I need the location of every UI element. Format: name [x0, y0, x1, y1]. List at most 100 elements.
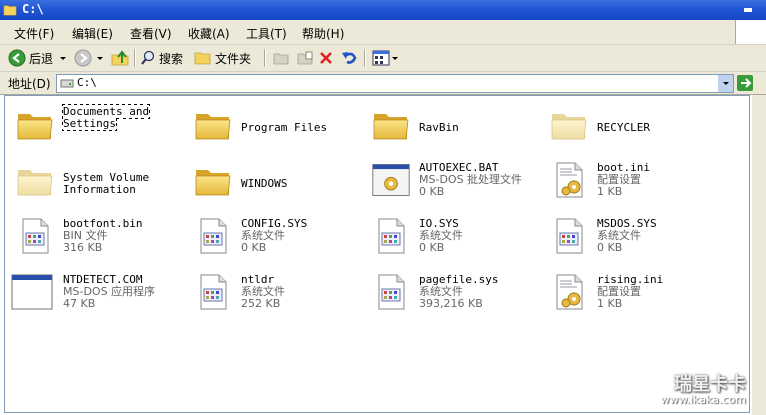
explorer-window: C:\ 文件(F) 编辑(E) 查看(V) 收藏(A) 工具(T) 帮助(H) … [0, 0, 766, 415]
move-to-folder-icon [273, 53, 289, 65]
menu-edit[interactable]: 编辑(E) [72, 25, 113, 42]
go-button[interactable] [737, 75, 753, 91]
list-item[interactable]: MSDOS.SYS 系统文件 0 KB [539, 210, 715, 260]
address-value: C:\ [77, 76, 97, 89]
toolbar: 后退 搜索 文件夹 [0, 45, 766, 72]
list-item[interactable]: Program Files [183, 98, 359, 148]
list-item[interactable]: ntldr 系统文件 252 KB [183, 266, 359, 316]
item-name: System Volume Information [63, 171, 150, 196]
config-file-icon [549, 272, 589, 312]
item-size: 252 KB [241, 297, 281, 310]
list-item[interactable]: Documents and Settings [5, 98, 181, 148]
batch-file-icon [371, 160, 411, 200]
item-name: WINDOWS [241, 177, 288, 190]
undo-button[interactable] [340, 48, 358, 68]
list-item[interactable]: CONFIG.SYS 系统文件 0 KB [183, 210, 359, 260]
item-size: 1 KB [597, 297, 623, 310]
copy-to-folder-icon [297, 51, 313, 65]
search-icon [141, 50, 155, 65]
item-name: Documents and Settings [61, 104, 151, 131]
toolbar-separator [364, 49, 366, 67]
menu-view[interactable]: 查看(V) [130, 25, 172, 42]
menu-tools[interactable]: 工具(T) [246, 25, 287, 42]
title-bar[interactable]: C:\ [0, 0, 766, 20]
menu-help[interactable]: 帮助(H) [302, 25, 344, 42]
item-size: 47 KB [63, 297, 96, 310]
toolbar-separator [264, 49, 266, 67]
window-title: C:\ [22, 2, 44, 16]
drive-icon [60, 79, 74, 88]
dos-app-icon [9, 272, 55, 312]
list-item[interactable]: AUTOEXEC.BAT MS-DOS 批处理文件 0 KB [361, 154, 537, 204]
item-size: 0 KB [419, 185, 445, 198]
folder-hidden-icon [549, 104, 589, 144]
list-item[interactable]: NTDETECT.COM MS-DOS 应用程序 47 KB [5, 266, 181, 316]
item-size: 1 KB [597, 185, 623, 198]
system-file-icon [549, 216, 589, 256]
watermark-url: www.ikaka.com [660, 393, 746, 406]
item-name: Program Files [241, 121, 328, 134]
folders-icon [194, 52, 211, 65]
address-input[interactable]: C:\ [56, 74, 734, 93]
undo-icon [342, 52, 357, 64]
folders-button[interactable]: 文件夹 [194, 48, 251, 68]
views-button[interactable] [372, 48, 398, 68]
forward-dropdown[interactable] [97, 48, 103, 68]
folder-hidden-icon [15, 160, 55, 200]
item-size: 0 KB [241, 241, 267, 254]
address-label: 地址(D) [8, 77, 51, 91]
system-file-icon [193, 216, 233, 256]
item-size: 0 KB [419, 241, 445, 254]
list-item[interactable]: bootfont.bin BIN 文件 316 KB [5, 210, 181, 260]
folder-icon [193, 160, 233, 200]
folder-up-icon [111, 50, 129, 66]
menu-bar: 文件(F) 编辑(E) 查看(V) 收藏(A) 工具(T) 帮助(H) [0, 20, 766, 45]
folder-icon [15, 104, 55, 144]
folder-icon [371, 104, 411, 144]
delete-button[interactable] [318, 48, 334, 68]
item-name: RECYCLER [597, 121, 650, 134]
toolbar-separator [134, 49, 136, 67]
forward-arrow-icon [74, 49, 92, 67]
item-size: 393,216 KB [419, 297, 483, 310]
move-to-button[interactable] [272, 48, 290, 68]
system-file-icon [15, 216, 55, 256]
file-list: Documents and Settings Program Files Rav… [4, 95, 750, 413]
back-button[interactable]: 后退 [8, 48, 53, 68]
copy-to-button[interactable] [296, 48, 314, 68]
chevron-down-icon [722, 82, 729, 85]
chevron-down-icon [392, 56, 398, 60]
config-file-icon [549, 160, 589, 200]
chevron-down-icon [60, 56, 66, 60]
system-file-icon [371, 216, 411, 256]
forward-button[interactable] [74, 48, 92, 68]
list-item[interactable]: IO.SYS 系统文件 0 KB [361, 210, 537, 260]
item-name: RavBin [419, 121, 459, 134]
views-grid-icon [372, 50, 390, 66]
up-button[interactable] [110, 48, 130, 68]
back-label: 后退 [29, 51, 54, 66]
list-item[interactable]: pagefile.sys 系统文件 393,216 KB [361, 266, 537, 316]
folders-label: 文件夹 [215, 51, 252, 66]
list-item[interactable]: RavBin [361, 98, 537, 148]
window-right-edge [752, 95, 766, 415]
list-item[interactable]: rising.ini 配置设置 1 KB [539, 266, 715, 316]
item-size: 316 KB [63, 241, 103, 254]
address-dropdown[interactable] [718, 75, 733, 92]
windows-logo [735, 20, 766, 44]
address-bar: 地址(D) C:\ [0, 72, 766, 95]
folder-icon [3, 5, 17, 16]
list-item[interactable]: RECYCLER [539, 98, 715, 148]
go-arrow-icon [741, 78, 752, 88]
search-label: 搜索 [159, 51, 184, 66]
system-file-icon [193, 272, 233, 312]
list-item[interactable]: boot.ini 配置设置 1 KB [539, 154, 715, 204]
search-button[interactable]: 搜索 [140, 48, 183, 68]
list-item[interactable]: System Volume Information [5, 154, 181, 204]
back-dropdown[interactable] [60, 48, 66, 68]
menu-favorites[interactable]: 收藏(A) [188, 25, 230, 42]
list-item[interactable]: WINDOWS [183, 154, 359, 204]
minimize-icon[interactable] [744, 8, 752, 12]
system-file-icon [371, 272, 411, 312]
menu-file[interactable]: 文件(F) [14, 25, 54, 42]
